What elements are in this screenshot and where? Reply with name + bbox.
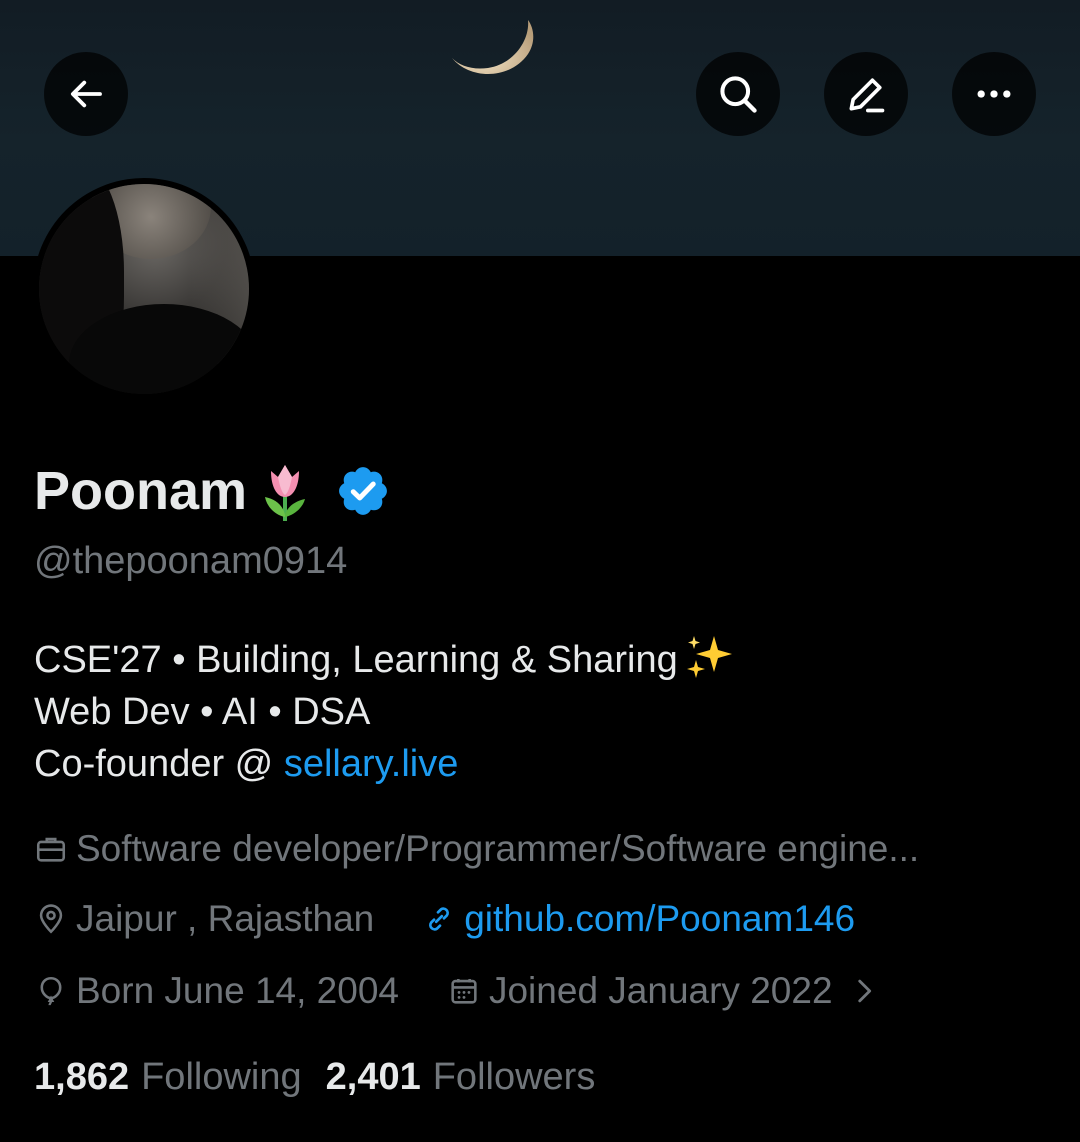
calendar-icon xyxy=(451,978,477,1004)
link-icon xyxy=(429,907,450,931)
profile-meta-dates-row: Born June 14, 2004 Joined January 2022 xyxy=(34,970,889,1012)
birthday-text: Born June 14, 2004 xyxy=(76,970,399,1011)
avatar-ring xyxy=(33,178,255,400)
location-text: Jaipur , Rajasthan xyxy=(76,898,375,939)
joined-text: Joined January 2022 xyxy=(488,970,833,1011)
briefcase-icon xyxy=(36,837,66,862)
more-horizontal-icon xyxy=(977,90,1011,98)
followers-count: 2,401 xyxy=(325,1056,421,1098)
following-count: 1,862 xyxy=(34,1056,130,1098)
profile-category: Software developer/Programmer/Software e… xyxy=(34,828,1044,870)
follow-stats: 1,862 Following 2,401 Followers xyxy=(34,1056,595,1099)
more-button[interactable] xyxy=(952,52,1036,136)
display-name: Poonam xyxy=(34,461,248,521)
avatar[interactable] xyxy=(39,184,249,394)
profile-meta-location-row: Jaipur , Rajasthan github.com/Poonam146 xyxy=(34,898,855,940)
profile-name-row: Poonam xyxy=(34,456,391,526)
joined-item[interactable]: Joined January 2022 xyxy=(447,970,889,1012)
moon-image xyxy=(452,20,534,75)
profile-bio: CSE'27 • Building, Learning & Sharing We… xyxy=(34,634,736,790)
website-link[interactable]: github.com/Poonam146 xyxy=(464,898,855,940)
bio-line-2: Web Dev • AI • DSA xyxy=(34,691,371,733)
location-item: Jaipur , Rajasthan xyxy=(34,898,374,940)
edit-button[interactable] xyxy=(824,52,908,136)
search-icon xyxy=(720,76,757,113)
arrow-left-icon xyxy=(70,80,102,108)
balloon-icon xyxy=(40,976,62,1006)
birthday-item: Born June 14, 2004 xyxy=(34,970,399,1012)
following-label: Following xyxy=(141,1056,302,1098)
bio-line-3: Co-founder @ sellary.live xyxy=(34,743,459,785)
back-button[interactable] xyxy=(44,52,128,136)
followers-label: Followers xyxy=(432,1056,596,1098)
verified-badge-icon[interactable] xyxy=(335,463,391,519)
location-pin-icon xyxy=(39,904,63,934)
pencil-icon xyxy=(849,78,885,113)
category-text: Software developer/Programmer/Software e… xyxy=(76,828,920,869)
following-stat[interactable]: 1,862 Following xyxy=(34,1056,302,1099)
tulip-emoji xyxy=(265,465,306,521)
followers-stat[interactable]: 2,401 Followers xyxy=(326,1056,596,1099)
search-button[interactable] xyxy=(696,52,780,136)
sparkles-emoji xyxy=(686,636,732,678)
website-item[interactable]: github.com/Poonam146 xyxy=(422,898,855,940)
bio-link[interactable]: sellary.live xyxy=(284,743,459,785)
chevron-right-icon xyxy=(857,979,871,1003)
bio-line-1: CSE'27 • Building, Learning & Sharing xyxy=(34,634,736,686)
profile-handle: @thepoonam0914 xyxy=(34,540,348,582)
